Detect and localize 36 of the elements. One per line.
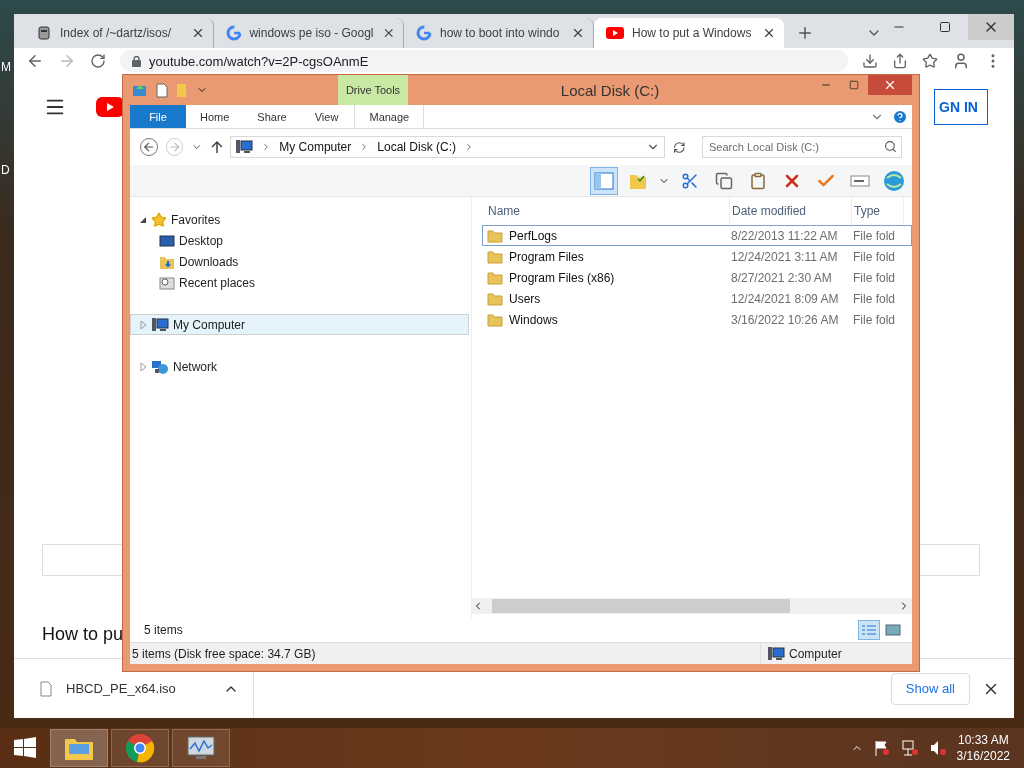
browser-tab[interactable]: How to put a Windows <box>594 18 784 48</box>
column-header[interactable]: Date modified <box>730 197 852 225</box>
browser-tab[interactable]: Index of /~dartz/isos/ <box>24 18 214 48</box>
ribbon-tab[interactable]: Manage <box>354 105 425 128</box>
breadcrumb[interactable]: My Computer <box>279 140 352 154</box>
breadcrumb[interactable]: Local Disk (C:) <box>377 140 456 154</box>
sign-in-button[interactable]: GN IN <box>934 89 988 125</box>
search-field[interactable]: Search Local Disk (C:) <box>702 136 902 158</box>
drive-tools-label: Drive Tools <box>338 75 408 105</box>
file-row[interactable]: Program Files (x86) 8/27/2021 2:30 AM File fold <box>482 267 912 288</box>
file-row[interactable]: Windows 3/16/2022 10:26 AM File fold <box>482 309 912 330</box>
nav-tree-item[interactable]: Recent places <box>130 272 469 293</box>
address-field[interactable]: My Computer Local Disk (C:) <box>230 136 666 158</box>
status-location: Computer <box>789 646 842 661</box>
clock[interactable]: 10:33 AM 3/16/2022 <box>956 732 1010 764</box>
file-row[interactable]: Program Files 12/24/2021 3:11 AM File fold <box>482 246 912 267</box>
nav-tree-item[interactable]: My Computer <box>130 314 469 335</box>
status-text: 5 items (Disk free space: 34.7 GB) <box>132 646 316 661</box>
desktop-icon-label: D <box>1 163 10 177</box>
nav-tree-item[interactable]: Favorites <box>130 209 469 230</box>
nav-tree-item[interactable]: Network <box>130 356 469 377</box>
file-row[interactable]: PerfLogs 8/22/2013 11:22 AM File fold <box>482 225 912 246</box>
address-bar[interactable]: youtube.com/watch?v=2P-cgsOAnmE <box>120 50 848 72</box>
desktop-icon-label: M <box>1 60 11 74</box>
item-count: 5 items <box>144 623 183 637</box>
file-row[interactable]: Users 12/24/2021 8:09 AM File fold <box>482 288 912 309</box>
file-menu-tab[interactable]: File <box>130 105 186 128</box>
browser-tab[interactable]: windows pe iso - Googl <box>214 18 404 48</box>
window-title: Local Disk (C:) <box>560 82 660 99</box>
column-header[interactable]: Name <box>486 197 730 225</box>
video-title: How to pu <box>42 624 124 645</box>
show-all-button[interactable]: Show all <box>890 672 970 705</box>
column-header[interactable]: Type <box>852 197 904 225</box>
download-file-name[interactable]: HBCD_PE_x64.iso <box>66 681 176 696</box>
nav-tree-item[interactable]: Desktop <box>130 230 469 251</box>
nav-tree-item[interactable]: Downloads <box>130 251 469 272</box>
